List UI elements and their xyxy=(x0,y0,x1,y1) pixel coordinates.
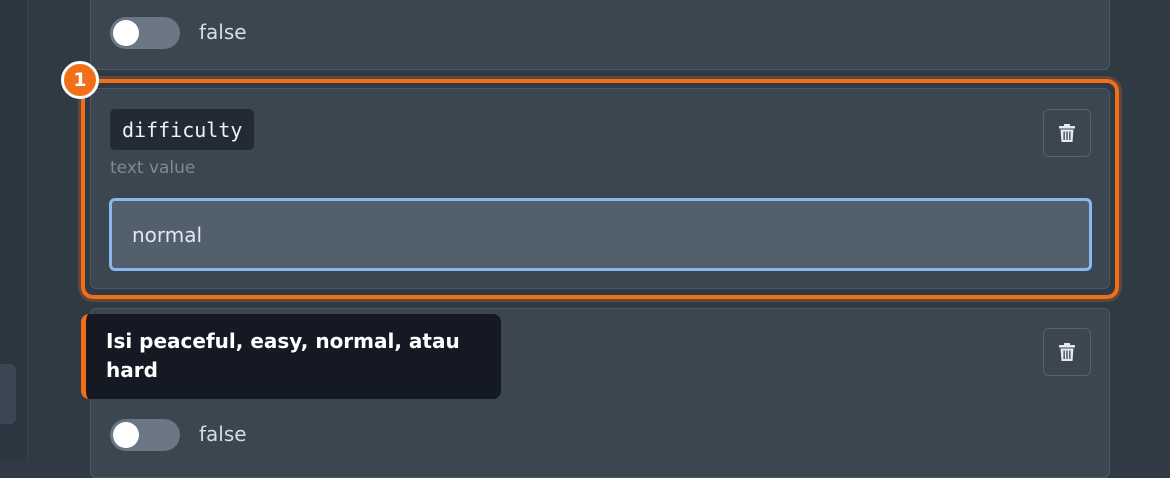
boolean-toggle[interactable] xyxy=(110,17,180,49)
trash-icon xyxy=(1059,124,1075,142)
delete-setting-button[interactable] xyxy=(1043,328,1091,376)
step-badge: 1 xyxy=(61,61,99,99)
delete-setting-button[interactable] xyxy=(1043,109,1091,157)
setting-key: difficulty xyxy=(110,109,255,150)
toggle-value-label: false xyxy=(199,422,247,446)
boolean-toggle[interactable] xyxy=(110,419,180,451)
toggle-knob xyxy=(113,422,139,448)
value-type-label: text value xyxy=(110,158,196,178)
tutorial-tooltip: Isi peaceful, easy, normal, atau hard xyxy=(81,314,501,399)
toggle-knob xyxy=(113,20,139,46)
sidebar-collapse-tab[interactable] xyxy=(0,364,16,424)
trash-icon xyxy=(1059,343,1075,361)
text-value-input[interactable] xyxy=(109,198,1092,271)
toggle-value-label: false xyxy=(199,20,247,44)
